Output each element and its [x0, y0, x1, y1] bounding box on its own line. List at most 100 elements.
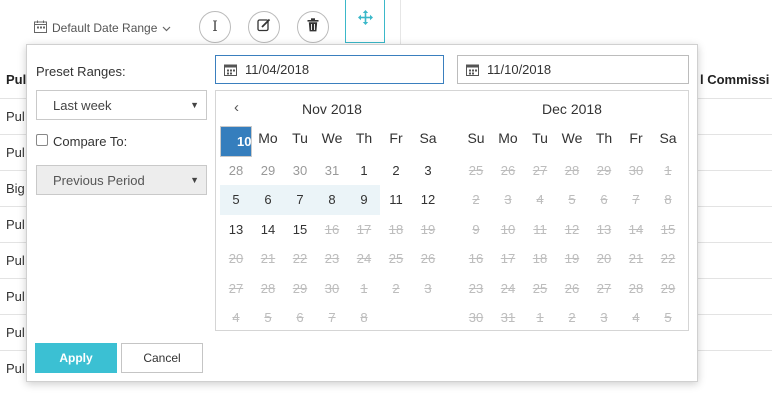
calendar-day: 20 [228, 251, 244, 266]
start-date-input[interactable]: 11/04/2018 [215, 55, 444, 84]
calendar-day: 25 [532, 280, 548, 296]
calendar-day[interactable]: 1 [348, 156, 380, 186]
calendar-day: 19 [420, 221, 436, 237]
calendar-day[interactable]: 12 [412, 185, 444, 215]
page: Default Date Range I Pul l Commissi Pul P… [0, 0, 772, 396]
calendar-day: 5 [264, 310, 272, 325]
calendar-day: 19 [564, 251, 580, 266]
calendar-grid: SuMoTuWeThFrSa28293031123456789101112131… [220, 126, 444, 333]
calendar-icon [466, 63, 479, 76]
weekday-header: Th [355, 130, 373, 146]
calendar-day: 18 [388, 221, 404, 237]
calendar-day[interactable]: 29 [252, 156, 284, 186]
calendar-day: 23 [324, 251, 340, 266]
calendar-day[interactable]: 7 [284, 185, 316, 215]
calendar-day[interactable]: 11 [380, 185, 412, 215]
calendar-day: 2 [472, 192, 480, 207]
weekday-header: Fr [629, 130, 643, 146]
cancel-button[interactable]: Cancel [121, 343, 203, 373]
calendar-day: 7 [632, 192, 640, 207]
calendar-icon [34, 20, 47, 36]
calendar-day: 29 [596, 162, 612, 178]
table-cell: Pul [6, 145, 25, 160]
calendar-day: 6 [600, 192, 608, 207]
calendar-day: 31 [500, 310, 516, 325]
calendar-day: 26 [500, 162, 516, 178]
compare-to-checkbox[interactable] [36, 134, 48, 146]
calendar-day: 28 [564, 162, 580, 178]
text-cursor-button[interactable]: I [199, 11, 231, 43]
calendar-day[interactable]: 30 [284, 156, 316, 186]
calendar-day: 10 [500, 221, 516, 237]
calendar-day: 21 [260, 251, 276, 266]
calendar-day: 2 [568, 310, 576, 325]
calendar-day: 29 [660, 280, 676, 296]
weekday-header: Tu [532, 130, 548, 146]
weekday-header: Fr [389, 130, 403, 146]
weekday-header: Sa [419, 130, 437, 146]
calendar-day: 17 [356, 221, 372, 237]
calendar-icon [224, 63, 237, 76]
calendar-day: 14 [628, 221, 644, 237]
calendar-day: 1 [664, 162, 672, 178]
trash-icon [307, 17, 319, 37]
calendar-day: 27 [228, 280, 244, 296]
calendar-day: 30 [324, 280, 340, 296]
calendar-day: 8 [664, 192, 672, 207]
preset-ranges-select[interactable]: Last week ▼ [36, 90, 207, 120]
calendar-day: 22 [292, 251, 308, 266]
apply-button[interactable]: Apply [35, 343, 117, 373]
calendar-day[interactable]: 14 [252, 215, 284, 245]
calendar-day[interactable]: 28 [220, 156, 252, 186]
end-date-value: 11/10/2018 [487, 62, 552, 77]
calendar-day-selected[interactable]: 10 [220, 126, 253, 157]
calendar-day: 3 [424, 280, 432, 296]
move-button[interactable] [345, 0, 385, 43]
calendar-day: 5 [568, 192, 576, 207]
calendar-day: 16 [324, 221, 340, 237]
calendar-panel: ‹ Nov 2018 SuMoTuWeThFrSa282930311234567… [215, 90, 689, 331]
delete-button[interactable] [297, 11, 329, 43]
calendar-day: 17 [500, 251, 516, 266]
move-arrows-icon [357, 10, 373, 30]
date-range-picker: Preset Ranges: Last week ▼ Compare To: P… [26, 44, 698, 382]
calendar-day[interactable]: 5 [220, 185, 252, 215]
calendar-day: 27 [532, 162, 548, 178]
table-cell: Pul [6, 289, 25, 304]
calendar-day: 24 [500, 280, 516, 296]
edit-icon [257, 18, 271, 37]
calendar-day: 4 [536, 192, 544, 207]
end-date-input[interactable]: 11/10/2018 [457, 55, 689, 84]
calendar-day[interactable]: 15 [284, 215, 316, 245]
compare-period-value: Previous Period [53, 172, 145, 188]
calendar-day[interactable]: 9 [348, 185, 380, 215]
calendar-day: 21 [628, 251, 644, 266]
calendar-day: 9 [472, 221, 480, 237]
edit-button[interactable] [248, 11, 280, 43]
calendar-day: 5 [664, 310, 672, 325]
calendar-day: 25 [468, 162, 484, 178]
calendar-day[interactable]: 3 [412, 156, 444, 186]
weekday-header: Mo [498, 130, 518, 146]
calendar-day[interactable]: 13 [220, 215, 252, 245]
calendar-day: 23 [468, 280, 484, 296]
weekday-header: Mo [258, 130, 278, 146]
weekday-header: Tu [292, 130, 308, 146]
calendar-day: 28 [628, 280, 644, 296]
table-cell: Pul [6, 325, 25, 340]
compare-period-select[interactable]: Previous Period ▼ [36, 165, 207, 195]
calendar-day: 12 [564, 221, 580, 237]
weekday-header: Sa [659, 130, 677, 146]
calendar-day[interactable]: 8 [316, 185, 348, 215]
weekday-header: Su [467, 130, 485, 146]
calendar-day: 8 [360, 310, 368, 325]
calendar-day[interactable]: 2 [380, 156, 412, 186]
table-cell: Pul [6, 109, 25, 124]
toolbar-divider [400, 0, 401, 44]
caret-down-icon: ▼ [190, 100, 199, 110]
calendar-day[interactable]: 31 [316, 156, 348, 186]
preset-ranges-value: Last week [53, 97, 112, 113]
calendar-day[interactable]: 6 [252, 185, 284, 215]
date-range-button[interactable]: Default Date Range [34, 16, 171, 40]
calendar-day: 3 [504, 192, 512, 207]
